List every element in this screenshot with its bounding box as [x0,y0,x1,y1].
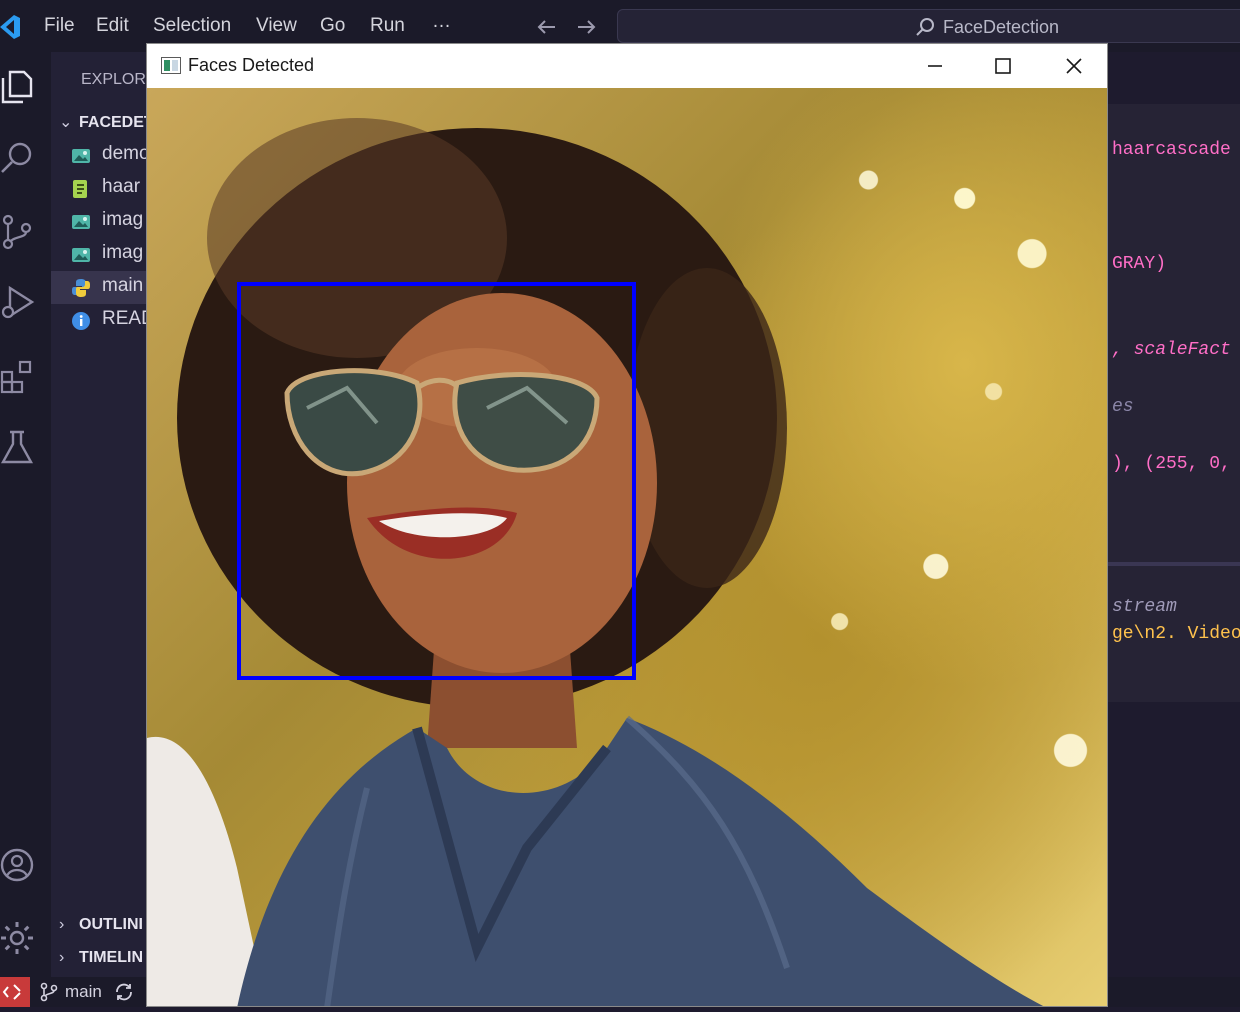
code-editor[interactable]: haarcascade GRAY) , scaleFact es ), (255, 0,… [1108,52,1240,977]
outline-section-header[interactable]: › OUTLINI [59,916,143,934]
sync-icon[interactable] [114,982,134,1002]
menu-view[interactable]: View [256,15,297,37]
info-file-icon [72,312,90,330]
faces-detected-window[interactable]: Faces Detected [146,43,1108,1007]
file-name: demo [102,143,150,164]
explorer-title: EXPLORE [81,71,151,88]
maximize-icon[interactable] [989,52,1017,80]
menu-go[interactable]: Go [320,15,345,37]
extensions-icon[interactable] [0,358,36,394]
code-line: ge\n2. Video [1112,624,1240,644]
window-title-bar[interactable]: Faces Detected [147,44,1107,88]
code-line: , scaleFact [1112,340,1231,360]
file-item[interactable]: imag [51,238,151,271]
remote-indicator-button[interactable] [0,977,30,1007]
code-line: stream [1112,597,1177,617]
outline-label: OUTLINI [79,916,143,933]
panel-divider[interactable] [1108,562,1240,566]
image-file-icon [72,215,90,229]
search-text: FaceDetection [943,17,1060,37]
chevron-down-icon: ⌄ [59,114,73,131]
arrow-right-icon[interactable] [574,15,598,39]
file-name: READ [102,308,151,329]
detection-image-canvas [147,88,1107,1006]
file-item[interactable]: haar [51,172,151,205]
chevron-right-icon: › [59,949,65,966]
menu-file[interactable]: File [44,15,75,37]
project-folder-label: FACEDET [79,114,151,131]
image-file-icon [72,149,90,163]
face-detection-box [237,282,636,680]
denim-jacket [237,718,1044,1006]
command-center-search[interactable]: FaceDetection [617,9,1240,43]
code-line: ), (255, 0, [1112,454,1231,474]
file-name: imag [102,242,144,263]
python-file-icon [72,279,90,297]
menu-edit[interactable]: Edit [96,15,129,37]
menu-more[interactable]: … [432,11,451,33]
file-item[interactable]: imag [51,205,151,238]
arrow-left-icon[interactable] [535,15,559,39]
file-name: haar [102,176,141,197]
file-item[interactable]: READ [51,304,151,337]
code-line: GRAY) [1112,254,1167,274]
vscode-logo-icon [0,15,20,39]
close-icon[interactable] [1060,52,1088,80]
testing-flask-icon[interactable] [0,430,36,466]
settings-gear-icon[interactable] [0,920,36,956]
run-debug-icon[interactable] [0,284,36,320]
search-icon[interactable] [0,140,36,176]
file-name: imag [102,209,144,230]
explorer-sidebar: EXPLORE ⌄ FACEDET demo haar imag imag mai… [51,52,151,977]
file-item-active[interactable]: main [51,271,151,304]
source-control-icon[interactable] [0,214,36,250]
code-line: haarcascade [1112,140,1231,160]
terminal-panel[interactable] [1108,702,1240,977]
git-branch-name[interactable]: main [65,982,102,1002]
xml-file-icon [73,180,87,198]
editor-tab-bar [1108,52,1240,104]
window-title: Faces Detected [188,55,315,75]
activity-bar [0,52,51,977]
menu-selection[interactable]: Selection [153,15,231,37]
search-icon [916,18,934,36]
timeline-section-header[interactable]: › TIMELIN [59,949,143,967]
project-folder-header[interactable]: ⌄ FACEDET [59,112,151,132]
chevron-right-icon: › [59,916,65,933]
file-item[interactable]: demo [51,139,151,172]
explorer-files-icon[interactable] [0,68,36,104]
app-window-icon [161,57,181,74]
timeline-label: TIMELIN [79,949,143,966]
image-file-icon [72,248,90,262]
remote-icon [2,984,21,1000]
file-name: main [102,275,144,296]
minimize-icon[interactable] [921,52,949,80]
menu-run[interactable]: Run [370,15,405,37]
account-icon[interactable] [0,848,36,884]
code-line: es [1112,397,1134,417]
git-branch-icon[interactable] [39,982,59,1002]
